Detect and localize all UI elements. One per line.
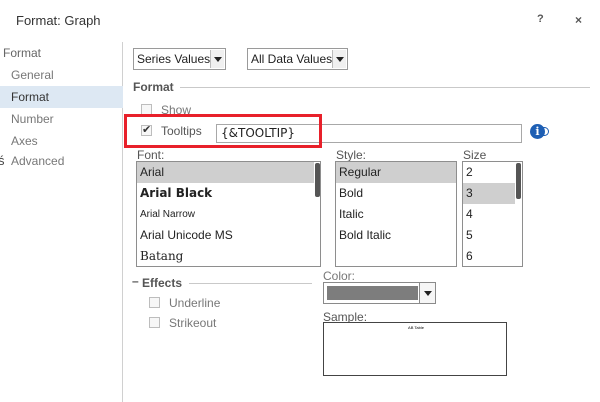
format-section-divider [180,87,590,88]
dialog-title: Format: Graph [16,13,101,28]
font-item-arial-narrow[interactable]: Arial Narrow [137,204,314,225]
strikeout-checkbox[interactable] [149,317,160,328]
sidebar-item-number[interactable]: Number [0,108,123,130]
underline-checkbox[interactable] [149,297,160,308]
tree-marker-icon: ś [0,153,5,168]
size-list[interactable]: 2 3 4 5 6 [462,161,523,267]
sidebar-item-format[interactable]: Format [0,86,123,108]
font-list[interactable]: Arial Arial Black Arial Narrow Arial Uni… [136,161,321,267]
title-bar: Format: Graph ? × [0,0,600,40]
font-label: Font: [137,148,165,162]
style-item-italic[interactable]: Italic [336,204,456,225]
sidebar-item-advanced[interactable]: ś Advanced [0,150,123,172]
underline-label: Underline [169,296,221,310]
effects-section-divider [189,283,312,284]
style-item-regular[interactable]: Regular [336,162,456,183]
close-icon[interactable]: × [575,13,582,27]
chevron-down-icon[interactable] [419,283,435,303]
series-values-select-value: Series Values [137,52,211,66]
size-list-scrollbar[interactable] [516,163,521,199]
style-item-bold-italic[interactable]: Bold Italic [336,225,456,246]
size-item[interactable]: 3 [463,183,515,204]
strikeout-label: Strikeout [169,316,217,330]
font-item-arial-unicode[interactable]: Arial Unicode MS [137,225,314,246]
sidebar-item-advanced-label: Advanced [11,154,65,168]
size-item[interactable]: 6 [463,246,515,266]
chevron-down-icon [210,50,224,68]
data-values-select-value: All Data Values [251,52,333,66]
sidebar-item-general[interactable]: General [0,64,123,86]
color-swatch [327,286,418,300]
info-icon-tail [543,127,549,136]
sidebar-item-format-root[interactable]: Format [0,42,123,64]
sidebar: Format General Format Number Axes ś Adva… [0,42,123,402]
style-label: Style: [336,148,367,162]
font-item-arial-black[interactable]: Arial Black [137,183,314,204]
style-list[interactable]: Regular Bold Italic Bold Italic [335,161,457,267]
sample-text: AB Table [408,325,424,330]
font-list-scrollbar[interactable] [315,163,320,197]
size-label: Size [463,148,487,162]
color-picker[interactable] [323,282,436,304]
font-item-arial[interactable]: Arial [137,162,314,183]
sidebar-item-axes[interactable]: Axes [0,130,123,152]
effects-section-label: Effects [142,276,183,290]
style-item-bold[interactable]: Bold [336,183,456,204]
highlight-box [124,114,322,148]
chevron-down-icon [332,50,346,68]
data-values-select[interactable]: All Data Values [247,48,348,70]
size-item[interactable]: 2 [463,162,515,183]
color-label: Color: [323,269,356,283]
help-icon[interactable]: ? [537,13,544,25]
font-item-batang[interactable]: Batang [137,246,314,266]
series-values-select[interactable]: Series Values [133,48,226,70]
size-item[interactable]: 5 [463,225,515,246]
effects-collapse-icon[interactable]: – [132,274,139,288]
size-item[interactable]: 4 [463,204,515,225]
sample-preview: AB Table [323,322,507,376]
format-section-label: Format [133,80,174,94]
